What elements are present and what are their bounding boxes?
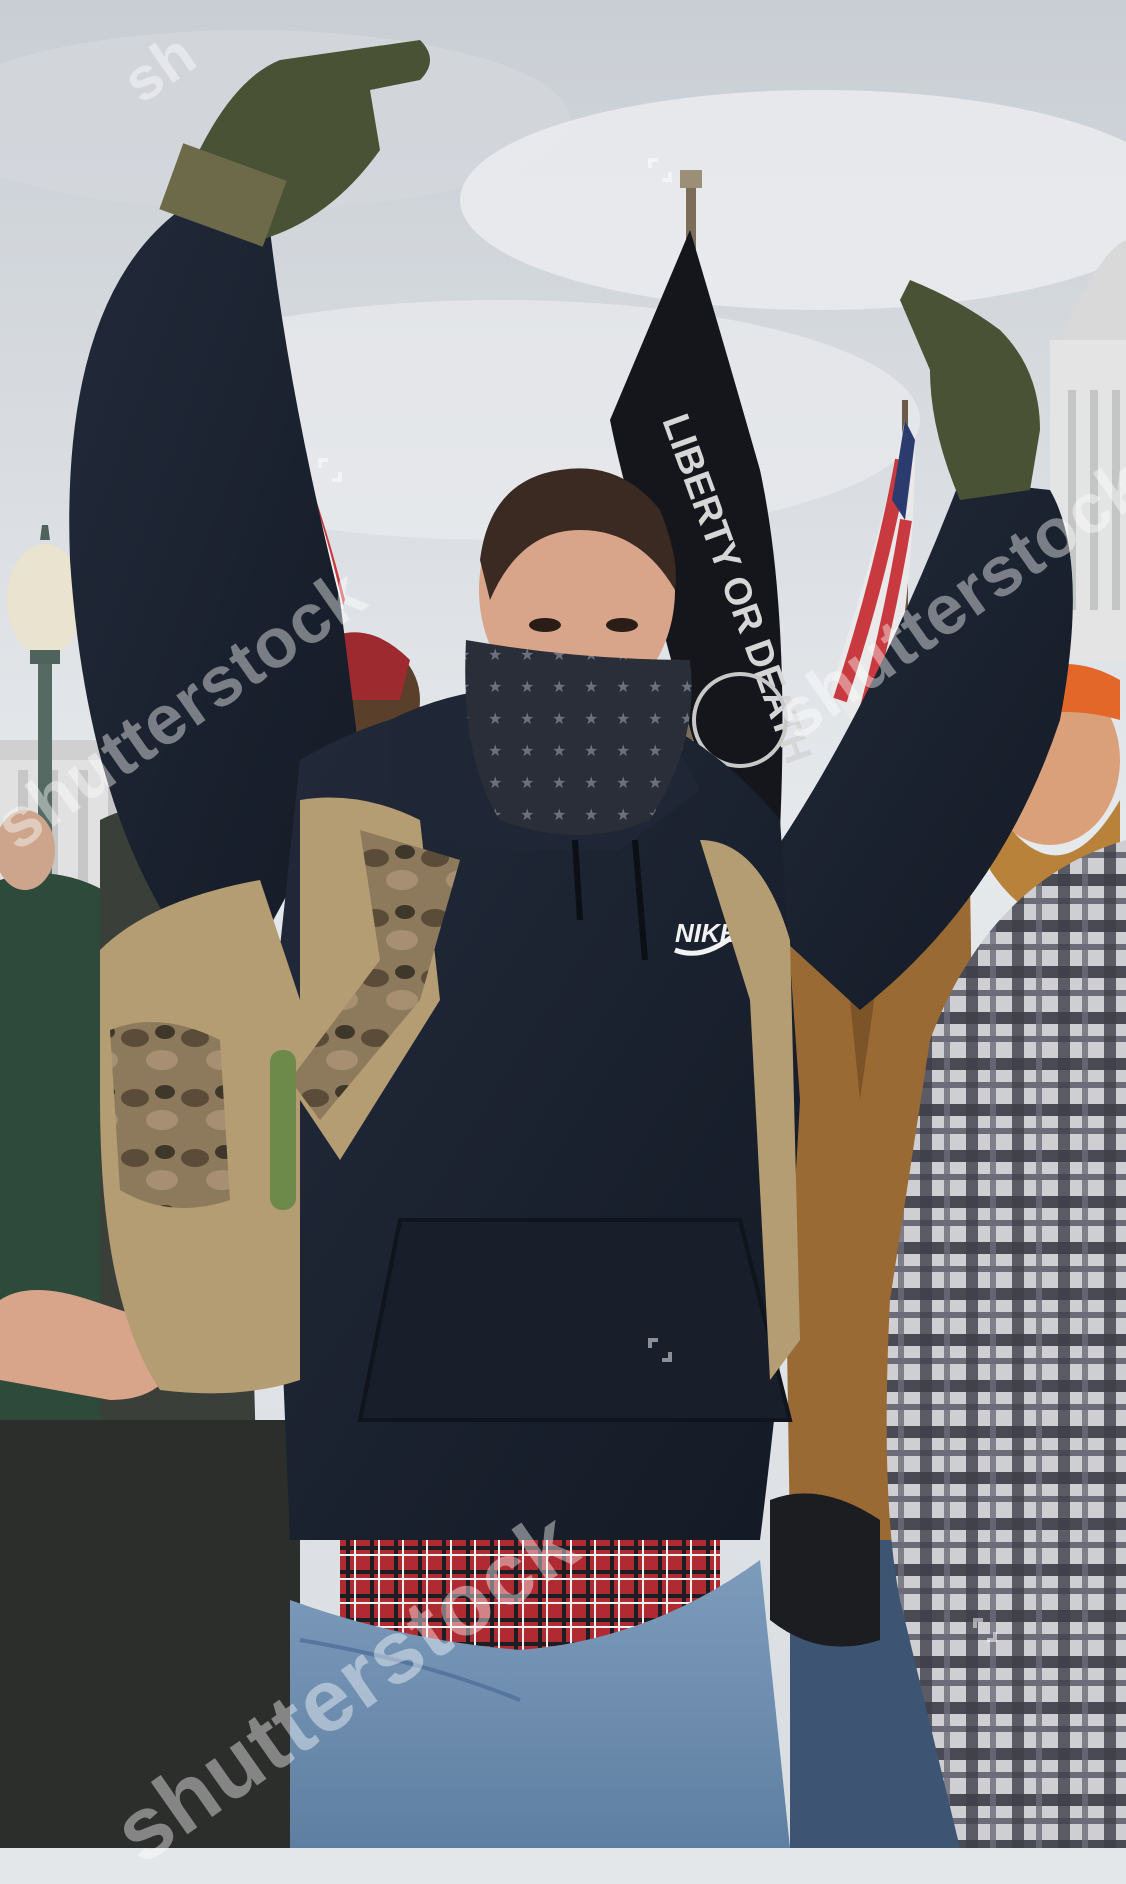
left-eye [529, 618, 561, 632]
black-glove [770, 1493, 880, 1647]
carabiner [270, 1050, 296, 1210]
watermark-logo-icon [318, 458, 342, 482]
watermark-logo-icon [973, 1618, 997, 1642]
watermark-logo-icon [648, 1338, 672, 1362]
watermark-logo-icon [648, 158, 672, 182]
hoodie-pocket [357, 1218, 793, 1422]
face-mask [465, 640, 692, 835]
right-eye [606, 618, 638, 632]
